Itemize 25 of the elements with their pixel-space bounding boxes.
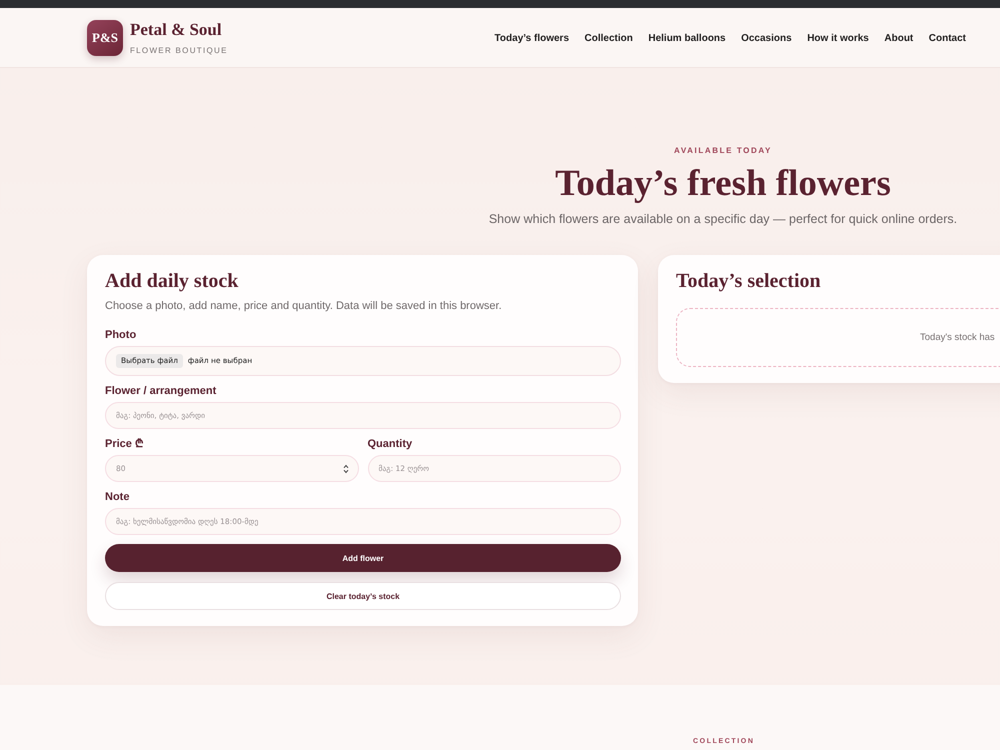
brand-tagline: FLOWER BOUTIQUE xyxy=(130,46,228,56)
page-title: Today’s fresh flowers xyxy=(555,163,891,205)
add-flower-button[interactable]: Add flower xyxy=(105,544,621,572)
empty-state-text: Today's stock has xyxy=(920,332,995,343)
page-subtitle: Show which flowers are available on a specific day — perfect for quick online orders. xyxy=(488,211,958,227)
field-label: Flower / arrangement xyxy=(105,384,218,398)
card-title: Add daily stock xyxy=(105,269,240,293)
nav-link[interactable]: Collection xyxy=(584,32,633,44)
card-title: Today’s selection xyxy=(676,269,822,293)
stepper-icon[interactable] xyxy=(342,464,348,474)
logo-mark[interactable]: P&S xyxy=(87,20,123,56)
nav-link[interactable]: Contact xyxy=(928,32,966,44)
brand-name: Petal & Soul xyxy=(130,20,223,38)
field-label: Price ₾ xyxy=(105,437,144,451)
nav-link[interactable]: Occasions xyxy=(741,32,792,44)
field-label: Photo xyxy=(105,328,138,342)
nav-link[interactable]: Helium balloons xyxy=(648,32,726,44)
nav-link[interactable]: How it works xyxy=(807,32,869,44)
card-description: Choose a photo, add name, price and quantity. Data will be saved in this browser. xyxy=(105,299,503,313)
field-label: Note xyxy=(105,490,130,504)
clear-stock-button[interactable]: Clear today’s stock xyxy=(105,582,621,610)
nav-link[interactable]: Today’s flowers xyxy=(494,32,570,44)
nav-link[interactable]: About xyxy=(884,32,914,44)
section-eyebrow: AVAILABLE TODAY xyxy=(674,146,772,156)
field-label: Quantity xyxy=(368,437,414,451)
